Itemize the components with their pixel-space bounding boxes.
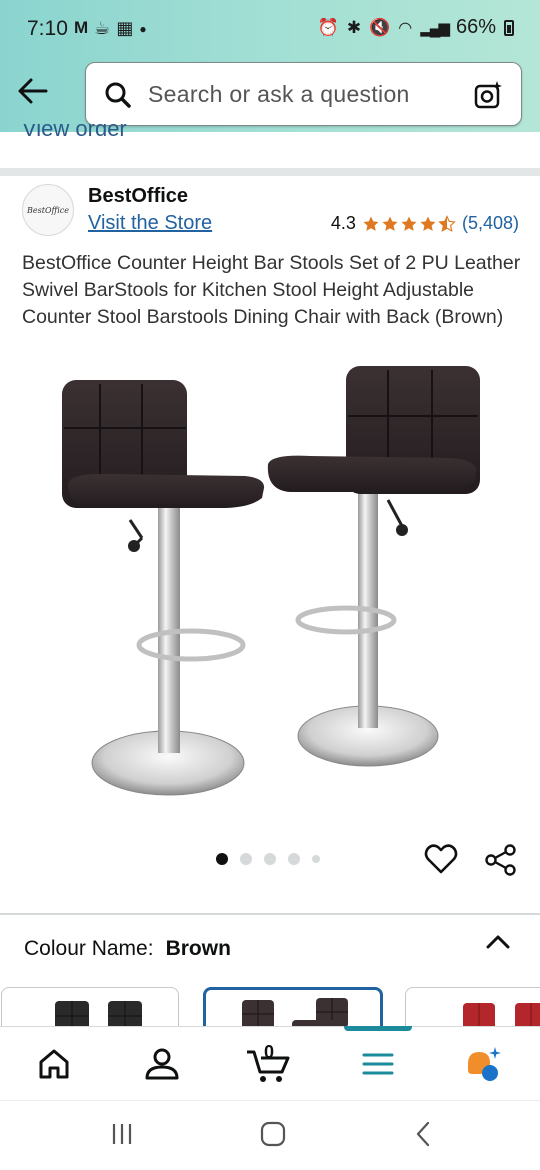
bluetooth-icon: ✱ [346,17,362,37]
mute-icon: 🔇 [369,17,391,37]
search-icon [105,82,131,108]
back-arrow-icon[interactable] [16,74,50,108]
status-bar: 7:10 M ☕ ▦ ● ⏰ ✱ 🔇 ◠ ▂▄▆ 66% [0,0,540,58]
pager-dot[interactable] [216,853,228,865]
battery-percent: 66% [455,16,496,38]
cup-icon: ☕ [94,18,111,38]
stool-right [267,366,480,767]
rating-summary[interactable]: 4.3 (5,408) [331,213,519,234]
star-half-icon [438,214,456,232]
pager-dot[interactable] [312,855,320,863]
chevron-up-icon[interactable] [484,930,512,954]
image-pager [216,853,320,865]
status-time: 7:10 [27,17,68,40]
battery-icon [504,19,514,36]
pager-dot[interactable] [240,853,252,865]
star-icon [382,216,398,231]
home-icon[interactable] [34,1044,74,1084]
alarm-icon: ⏰ [317,17,339,37]
brand-name: BestOffice [88,185,189,207]
signal-icon: ▂▄▆ [420,19,450,37]
back-button-icon[interactable] [410,1120,438,1148]
dot-icon: ● [139,22,147,36]
product-title: BestOffice Counter Height Bar Stools Set… [22,252,521,328]
variant-selector-label: Colour Name: Brown [24,937,231,961]
recent-apps-icon[interactable] [108,1120,136,1148]
calendar-icon: ▦ [116,18,134,38]
rufus-icon[interactable] [464,1044,504,1084]
gmail-icon: M [74,18,89,37]
star-rating [362,214,456,233]
product-image[interactable] [50,358,490,808]
home-button-icon[interactable] [259,1120,287,1148]
star-icon [420,216,436,231]
star-icon [401,216,417,231]
cart-count: 0 [264,1042,275,1062]
menu-icon[interactable] [358,1044,398,1084]
variant-value: Brown [165,937,231,960]
share-icon[interactable] [484,843,518,877]
variant-label: Colour Name: [24,937,154,960]
section-separator [0,168,540,176]
screen: 7:10 M ☕ ▦ ● ⏰ ✱ 🔇 ◠ ▂▄▆ 66% Search or a… [0,0,540,1170]
camera-search-icon[interactable] [473,79,505,111]
heart-icon[interactable] [424,843,458,875]
wifi-icon: ◠ [398,19,413,37]
view-order-text: View order [22,124,127,141]
cart-button[interactable]: 0 [244,1042,292,1084]
stool-left [62,380,265,796]
system-icons: ⏰ ✱ 🔇 ◠ ▂▄▆ 66% [318,16,514,39]
notification-icons: M ☕ ▦ ● [74,18,147,39]
brand-logo-text: BestOffice [27,205,69,215]
account-icon[interactable] [142,1044,182,1084]
rating-value: 4.3 [330,213,356,233]
search-bar[interactable]: Search or ask a question [85,62,522,126]
search-placeholder: Search or ask a question [148,81,410,107]
pager-dot[interactable] [264,853,276,865]
pager-dot[interactable] [288,853,300,865]
rating-count: (5,408) [461,213,519,233]
view-order-link[interactable]: View order [22,124,127,146]
active-tab-indicator [344,1026,412,1031]
star-icon [363,216,379,231]
brand-logo[interactable]: BestOffice [22,184,74,236]
visit-store-link[interactable]: Visit the Store [88,212,212,235]
divider [0,913,540,915]
